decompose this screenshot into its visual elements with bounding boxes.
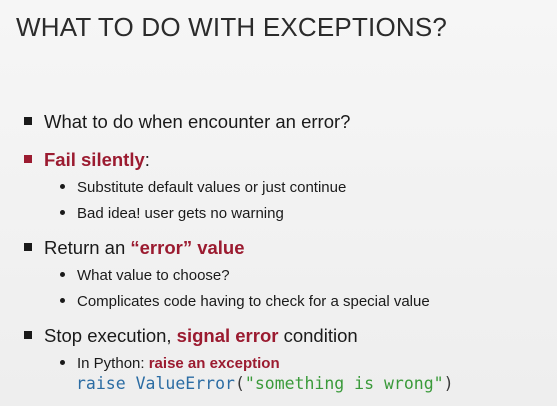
bullet-emphasis: raise an exception [148,355,280,372]
bullet-stop-execution: Stop execution, signal error condition [24,324,549,348]
bullet-emphasis: “error” value [130,237,245,258]
code-close-paren: ) [443,374,454,393]
code-string: "something is wrong" [244,374,444,393]
slide-title: WHAT TO DO WITH EXCEPTIONS? [16,12,448,42]
dot-bullet-icon [60,210,65,215]
slide-content: What to do when encounter an error? Fail… [24,110,549,394]
bullet-suffix: : [144,149,150,170]
code-exception-name: ValueError [135,374,235,393]
slide: WHAT TO DO WITH EXCEPTIONS? What to do w… [0,0,557,406]
bullet-emphasis: signal error [176,325,279,346]
square-bullet-icon [24,331,32,339]
bullet-fail-silently: Fail silently: [24,148,549,172]
dot-bullet-icon [60,272,65,277]
dot-bullet-icon [60,184,65,189]
sub-bullet-text: Complicates code having to check for a s… [77,293,430,310]
sub-bullet-substitute: Substitute default values or just contin… [60,178,549,198]
sub-bullet-in-python: In Python: raise an exception [60,354,549,374]
bullet-return-error: Return an “error” value [24,236,549,260]
code-example: raise ValueError("something is wrong") [76,374,549,394]
square-bullet-icon [24,117,32,125]
dot-bullet-icon [60,298,65,303]
bullet-suffix: condition [278,325,358,346]
sub-bullet-complicates: Complicates code having to check for a s… [60,292,549,312]
bullet-prefix: Return an [44,237,131,258]
bullet-emphasis: Fail silently [44,149,145,170]
code-open-paren: ( [234,374,245,393]
sub-bullet-text: What value to choose? [77,267,230,284]
dot-bullet-icon [60,360,65,365]
sub-bullet-text: Bad idea! user gets no warning [77,205,284,222]
bullet-prefix: Stop execution, [44,325,177,346]
bullet-text: What to do when encounter an error? [44,111,351,132]
code-keyword: raise [76,374,126,393]
bullet-prefix: In Python: [77,355,149,372]
square-bullet-icon [24,243,32,251]
square-bullet-icon [24,155,32,163]
sub-bullet-bad-idea: Bad idea! user gets no warning [60,204,549,224]
sub-bullet-text: Substitute default values or just contin… [77,179,347,196]
bullet-what-to-do: What to do when encounter an error? [24,110,549,134]
sub-bullet-which-value: What value to choose? [60,266,549,286]
